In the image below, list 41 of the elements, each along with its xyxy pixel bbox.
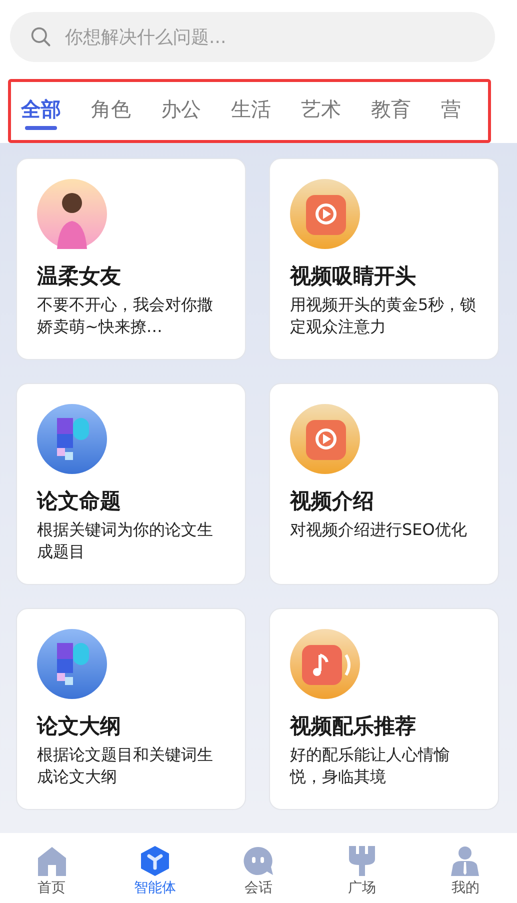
- avatar-icon: [37, 179, 107, 249]
- card-title: 视频介绍: [290, 488, 375, 515]
- card-description: 根据论文题目和关键词生成论文大纲: [37, 744, 214, 788]
- chat-bubble-icon: [242, 845, 274, 877]
- card-title: 论文命题: [37, 488, 122, 515]
- agent-card[interactable]: 视频配乐推荐 好的配乐能让人心情愉悦，身临其境: [269, 608, 499, 810]
- category-tab[interactable]: 办公: [161, 82, 201, 130]
- avatar-icon: [290, 179, 360, 249]
- category-tab[interactable]: 全部: [21, 82, 61, 130]
- category-tab[interactable]: 生活: [231, 82, 271, 130]
- person-icon: [449, 845, 482, 877]
- nav-tab[interactable]: 首页: [12, 845, 92, 897]
- avatar-icon: [290, 629, 360, 699]
- nav-tab[interactable]: 会话: [218, 845, 298, 897]
- agent-card[interactable]: 论文命题 根据关键词为你的论文生成题目: [16, 383, 246, 585]
- card-title: 视频配乐推荐: [290, 713, 417, 740]
- agent-card[interactable]: 温柔女友 不要不开心，我会对你撒娇卖萌~快来撩…: [16, 158, 246, 360]
- search-field[interactable]: 你想解决什么问题...: [10, 12, 495, 62]
- card-description: 对视频介绍进行SEO优化: [290, 519, 468, 541]
- agent-card[interactable]: 论文大纲 根据论文题目和关键词生成论文大纲: [16, 608, 246, 810]
- cube-icon: [139, 845, 172, 877]
- avatar-icon: [290, 404, 360, 474]
- agent-card[interactable]: 视频吸睛开头 用视频开头的黄金5秒，锁定观众注意力: [269, 158, 499, 360]
- card-title: 温柔女友: [37, 263, 122, 290]
- card-title: 视频吸睛开头: [290, 263, 417, 290]
- category-tab[interactable]: 角色: [91, 82, 131, 130]
- card-description: 不要不开心，我会对你撒娇卖萌~快来撩…: [37, 294, 214, 338]
- avatar-icon: [37, 629, 107, 699]
- card-title: 论文大纲: [37, 713, 122, 740]
- category-tab[interactable]: 营: [441, 82, 461, 130]
- card-description: 根据关键词为你的论文生成题目: [37, 519, 214, 563]
- agent-card[interactable]: 视频介绍 对视频介绍进行SEO优化: [269, 383, 499, 585]
- nav-tab[interactable]: 我的: [425, 845, 506, 897]
- nav-tab[interactable]: 智能体: [115, 845, 196, 897]
- card-description: 用视频开头的黄金5秒，锁定观众注意力: [290, 294, 478, 338]
- category-tab[interactable]: 艺术: [301, 82, 341, 130]
- category-tab[interactable]: 教育: [371, 82, 411, 130]
- nav-tab[interactable]: 广场: [322, 845, 402, 897]
- card-description: 好的配乐能让人心情愉悦，身临其境: [290, 744, 451, 788]
- home-icon: [36, 845, 68, 877]
- avatar-icon: [37, 404, 107, 474]
